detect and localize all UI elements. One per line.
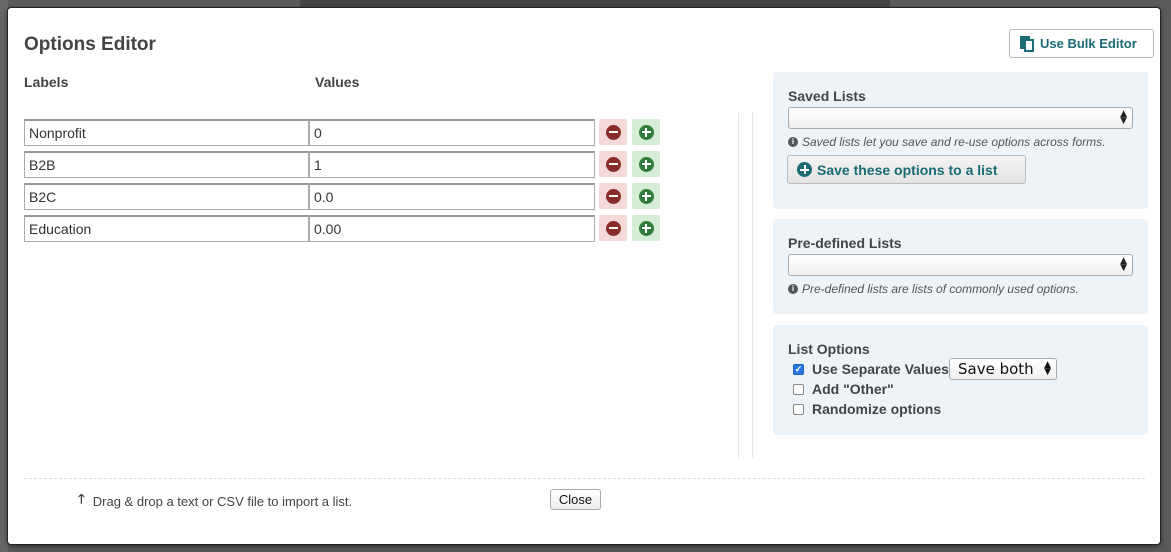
option-label-input[interactable] bbox=[24, 150, 309, 178]
option-label-input[interactable] bbox=[24, 118, 309, 146]
column-divider bbox=[738, 113, 753, 458]
predefined-lists-hint: i Pre-defined lists are lists of commonl… bbox=[788, 282, 1133, 296]
drag-drop-text: Drag & drop a text or CSV file to import… bbox=[92, 493, 353, 509]
plus-circle-icon bbox=[638, 220, 654, 236]
remove-option-button[interactable] bbox=[599, 183, 627, 209]
values-column-header: Values bbox=[315, 74, 360, 90]
option-row bbox=[24, 212, 660, 244]
minus-circle-icon bbox=[605, 220, 621, 236]
saved-lists-select[interactable]: ▲ ▼ bbox=[788, 107, 1133, 129]
randomize-label: Randomize options bbox=[812, 401, 942, 417]
use-separate-values-label: Use Separate Values bbox=[812, 361, 949, 377]
minus-circle-icon bbox=[605, 188, 621, 204]
add-option-button[interactable] bbox=[632, 183, 660, 209]
option-label-input[interactable] bbox=[24, 182, 309, 210]
option-value-input[interactable] bbox=[309, 118, 595, 146]
saved-lists-hint-text: Saved lists let you save and re-use opti… bbox=[802, 135, 1106, 149]
modal-title: Options Editor bbox=[24, 34, 156, 55]
option-label-input[interactable] bbox=[24, 214, 309, 242]
add-other-label: Add "Other" bbox=[812, 381, 894, 397]
options-editor-modal: Options Editor Use Bulk Editor Labels Va… bbox=[8, 8, 1160, 544]
footer-divider bbox=[24, 478, 1145, 479]
copy-icon bbox=[1020, 35, 1034, 52]
option-value-input[interactable] bbox=[309, 150, 595, 178]
select-arrows-icon: ▲ ▼ bbox=[1044, 360, 1051, 377]
minus-circle-icon bbox=[605, 124, 621, 140]
option-value-input[interactable] bbox=[309, 214, 595, 242]
select-arrows-icon: ▲ ▼ bbox=[1120, 256, 1127, 273]
remove-option-button[interactable] bbox=[599, 215, 627, 241]
save-options-label: Save these options to a list bbox=[817, 161, 998, 178]
use-separate-values-option: ✓ Use Separate Values Save both ▲ ▼ bbox=[788, 358, 1133, 380]
save-mode-select[interactable]: Save both ▲ ▼ bbox=[948, 358, 1057, 380]
backdrop bbox=[300, 0, 890, 8]
add-option-button[interactable] bbox=[632, 215, 660, 241]
save-options-to-list-button[interactable]: Save these options to a list bbox=[787, 155, 1026, 184]
remove-option-button[interactable] bbox=[599, 119, 627, 145]
info-icon: i bbox=[788, 284, 798, 294]
info-icon: i bbox=[788, 137, 798, 147]
arrow-up-icon: 🡑 bbox=[78, 491, 85, 506]
select-arrows-icon: ▲ ▼ bbox=[1120, 109, 1127, 126]
plus-circle-icon bbox=[638, 188, 654, 204]
add-option-button[interactable] bbox=[632, 151, 660, 177]
option-row bbox=[24, 180, 660, 212]
plus-circle-icon bbox=[638, 124, 654, 140]
predefined-lists-panel: Pre-defined Lists ▲ ▼ i Pre-defined lists… bbox=[773, 219, 1148, 314]
use-bulk-editor-button[interactable]: Use Bulk Editor bbox=[1009, 29, 1154, 58]
saved-lists-hint: i Saved lists let you save and re-use op… bbox=[788, 135, 1133, 149]
minus-circle-icon bbox=[605, 156, 621, 172]
randomize-checkbox[interactable] bbox=[793, 403, 804, 415]
add-other-checkbox[interactable] bbox=[793, 383, 804, 395]
use-bulk-editor-label: Use Bulk Editor bbox=[1040, 36, 1137, 51]
drag-drop-hint: 🡑 Drag & drop a text or CSV file to impo… bbox=[78, 490, 352, 512]
predefined-lists-heading: Pre-defined Lists bbox=[788, 235, 902, 251]
option-value-input[interactable] bbox=[309, 182, 595, 210]
option-row bbox=[24, 116, 660, 148]
options-list bbox=[24, 116, 660, 244]
backdrop-edge bbox=[0, 0, 8, 552]
close-button[interactable]: Close bbox=[550, 489, 601, 510]
add-other-option: Add "Other" bbox=[788, 379, 1133, 399]
list-options-heading: List Options bbox=[788, 341, 870, 357]
option-row bbox=[24, 148, 660, 180]
add-option-button[interactable] bbox=[632, 119, 660, 145]
list-options-panel: List Options ✓ Use Separate Values Save … bbox=[773, 325, 1148, 435]
predefined-lists-hint-text: Pre-defined lists are lists of commonly … bbox=[802, 282, 1079, 296]
plus-circle-icon bbox=[797, 162, 812, 177]
save-mode-value: Save both bbox=[957, 360, 1034, 378]
saved-lists-heading: Saved Lists bbox=[788, 88, 866, 104]
remove-option-button[interactable] bbox=[599, 151, 627, 177]
predefined-lists-select[interactable]: ▲ ▼ bbox=[788, 254, 1133, 276]
labels-column-header: Labels bbox=[24, 74, 69, 90]
randomize-option: Randomize options bbox=[788, 399, 1133, 419]
plus-circle-icon bbox=[638, 156, 654, 172]
use-separate-values-checkbox[interactable]: ✓ bbox=[793, 363, 804, 375]
saved-lists-panel: Saved Lists ▲ ▼ i Saved lists let you sav… bbox=[773, 72, 1148, 209]
